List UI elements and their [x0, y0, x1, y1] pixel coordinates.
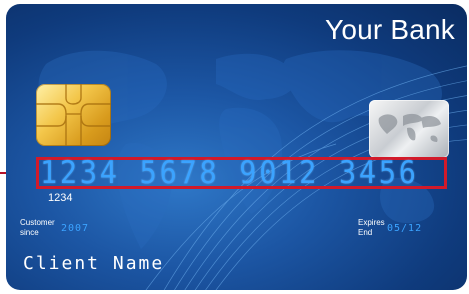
chip-icon — [36, 84, 111, 146]
expires-label-line2: End — [358, 228, 373, 237]
card-number-prefix: 1234 — [48, 192, 73, 204]
expires-label-line1: Expires — [358, 218, 385, 227]
customer-label-line1: Customer — [20, 218, 55, 227]
bank-name: Your Bank — [325, 14, 455, 45]
card-number: 1234 5678 9012 3456 — [40, 155, 419, 191]
credit-card: Your Bank 1234 Customer since 2007 Expir… — [6, 4, 467, 290]
hologram-icon — [369, 100, 449, 158]
customer-since-label: Customer since — [20, 218, 55, 238]
customer-since-year: 2007 — [61, 223, 90, 234]
customer-label-line2: since — [20, 228, 39, 237]
expiry-date: 05/12 — [387, 223, 423, 234]
client-name: Client Name — [23, 253, 165, 274]
expires-label: Expires End — [358, 218, 385, 238]
